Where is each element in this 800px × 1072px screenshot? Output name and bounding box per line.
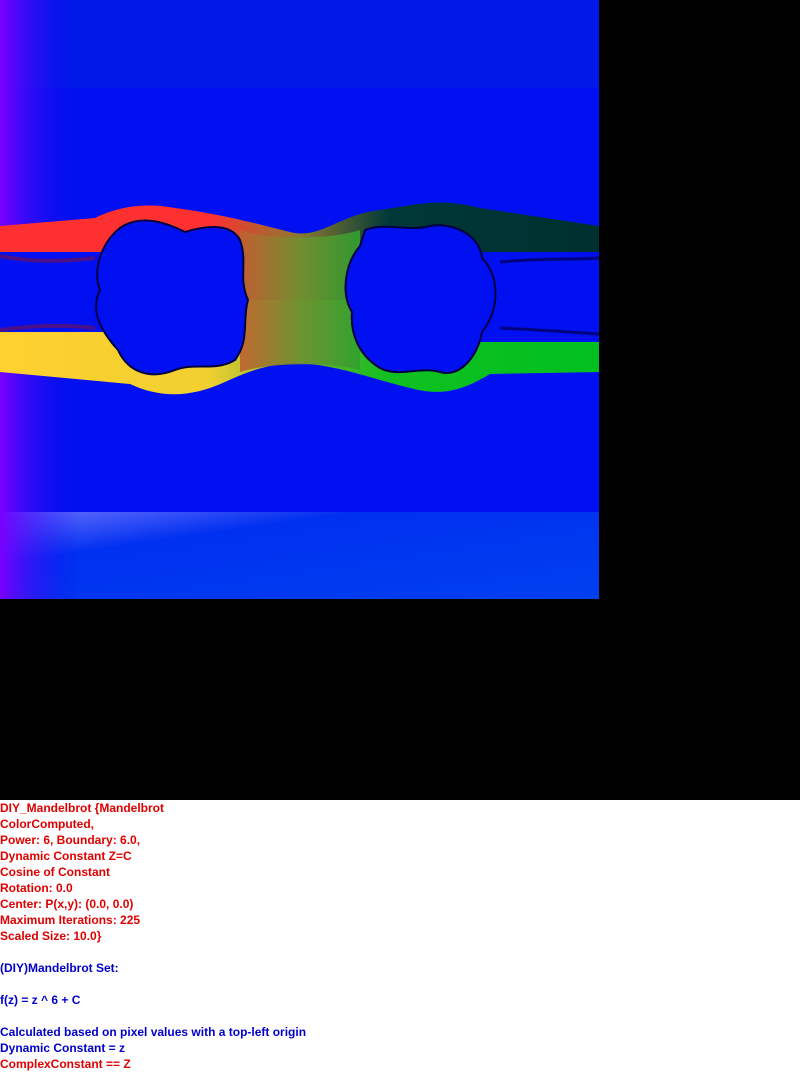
info-line: Scaled Size: 10.0} xyxy=(0,929,102,943)
info-line: DIY_Mandelbrot {Mandelbrot xyxy=(0,801,165,815)
render-area xyxy=(0,0,800,800)
info-line: Center: P(x,y): (0.0, 0.0) xyxy=(0,897,134,911)
info-line xyxy=(0,1008,800,1024)
fractal-left-bulb xyxy=(95,219,250,376)
info-line: Dynamic Constant Z=C xyxy=(0,849,132,863)
fractal-viewer: DIY_Mandelbrot {Mandelbrot ColorComputed,… xyxy=(0,0,800,1072)
fractal-image xyxy=(0,0,599,599)
info-line: ComplexConstant == Z xyxy=(0,1057,131,1071)
info-line xyxy=(0,976,800,992)
fractal-right-bulb xyxy=(344,224,497,374)
info-line: Cosine of Constant xyxy=(0,865,110,879)
info-line: Dynamic Constant = z xyxy=(0,1041,126,1055)
fractal-bottom-strip xyxy=(0,512,599,599)
info-line: Calculated based on pixel values with a … xyxy=(0,1025,307,1039)
fractal-top-strip xyxy=(0,0,599,88)
info-line: (DIY)Mandelbrot Set: xyxy=(0,961,119,975)
info-line: Maximum Iterations: 225 xyxy=(0,913,141,927)
info-line: f(z) = z ^ 6 + C xyxy=(0,993,81,1007)
fractal-neck xyxy=(240,230,360,372)
info-line xyxy=(0,944,800,960)
info-line: Rotation: 0.0 xyxy=(0,881,73,895)
info-line: Power: 6, Boundary: 6.0, xyxy=(0,833,141,847)
fractal-inner-right xyxy=(480,252,599,342)
info-line: ColorComputed, xyxy=(0,817,94,831)
parameter-info: DIY_Mandelbrot {Mandelbrot ColorComputed,… xyxy=(0,800,800,1072)
